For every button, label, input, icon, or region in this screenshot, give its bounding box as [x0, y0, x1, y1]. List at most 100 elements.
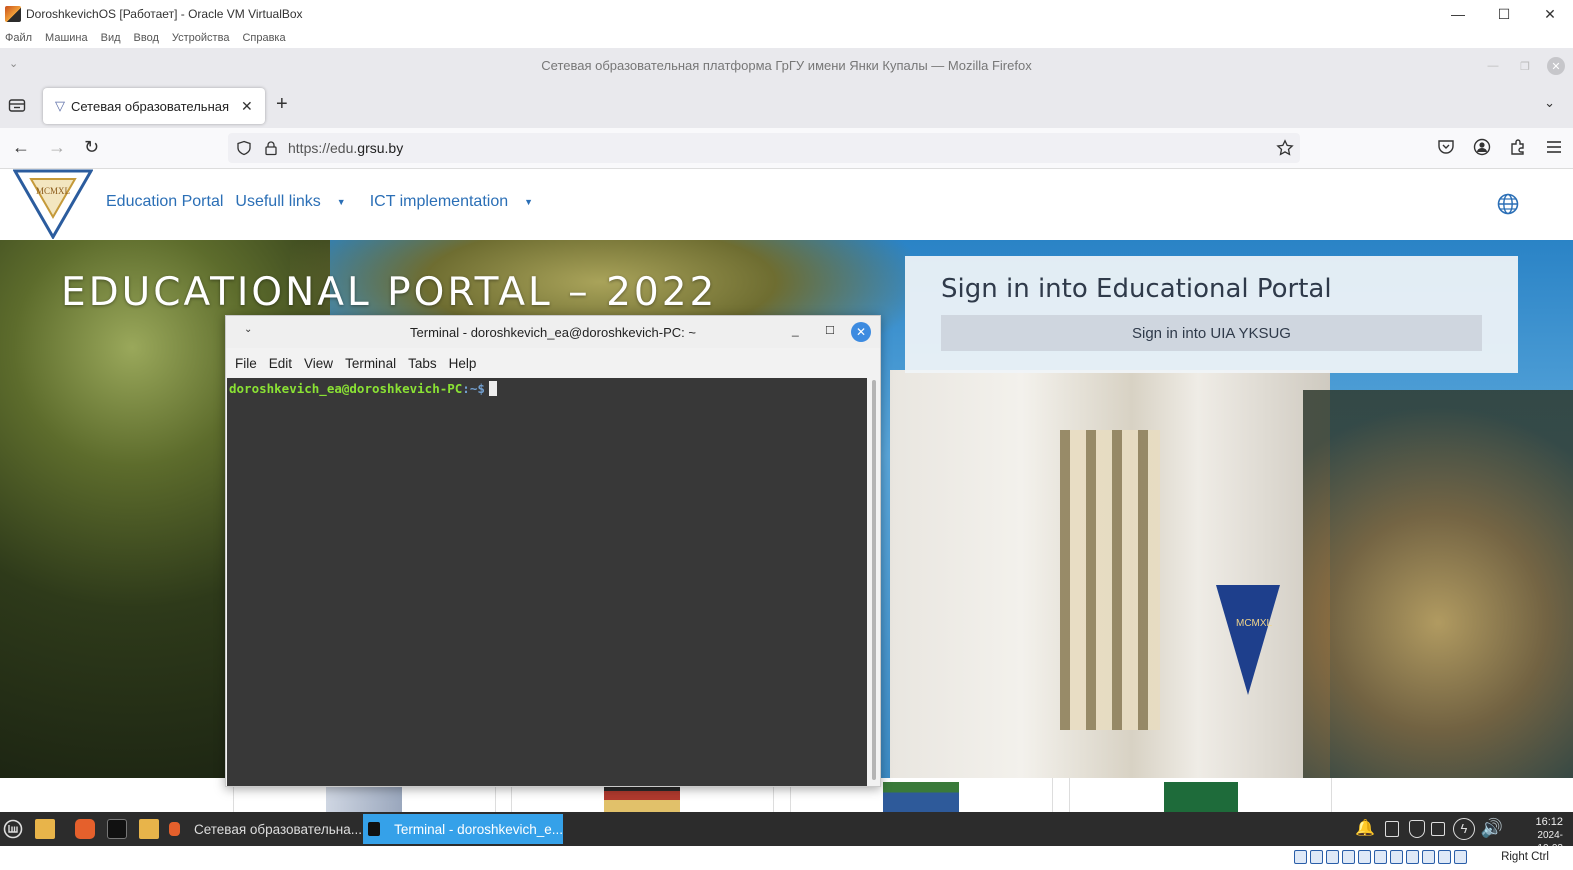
task-label: Сетевая образовательна... — [193, 821, 362, 837]
guest-screen[interactable]: ⌄ Сетевая образовательная платформа ГрГУ… — [0, 48, 1573, 846]
nav-ict-implementation[interactable]: ICT implementation ▼ — [370, 193, 545, 211]
vbox-menu-machine[interactable]: Машина — [45, 32, 88, 44]
cpu-icon[interactable] — [1422, 850, 1435, 864]
chevron-down-icon[interactable]: ⌄ — [244, 324, 252, 335]
text-cursor — [488, 381, 497, 396]
vbox-titlebar: DoroshkevichOS [Работает] - Oracle VM Vi… — [0, 0, 1573, 28]
signin-card: Sign in into Educational Portal Sign in … — [905, 256, 1518, 373]
tab-close-icon[interactable]: ✕ — [241, 98, 253, 115]
menu-icon[interactable] — [1545, 138, 1563, 156]
minimize-icon[interactable]: — — [1435, 0, 1481, 28]
update-manager-icon[interactable] — [1431, 822, 1445, 836]
minimize-icon[interactable]: — — [1477, 54, 1509, 78]
chevron-down-icon[interactable]: ⌄ — [9, 57, 18, 70]
clipboard-icon[interactable] — [1385, 821, 1399, 837]
hard-disk-icon[interactable] — [1294, 850, 1307, 864]
globe-icon[interactable] — [1497, 193, 1519, 215]
close-icon[interactable]: ✕ — [1547, 57, 1565, 75]
vbox-menu-help[interactable]: Справка — [242, 32, 285, 44]
new-tab-icon[interactable]: + — [276, 93, 288, 116]
nav-education-portal[interactable]: Education Portal — [106, 193, 223, 211]
terminal-menu-tabs[interactable]: Tabs — [408, 356, 437, 371]
terminal-launcher-icon[interactable] — [107, 819, 127, 839]
network-icon[interactable] — [1342, 850, 1355, 864]
tracking-shield-icon[interactable] — [236, 140, 252, 156]
scrollbar-thumb[interactable] — [872, 380, 876, 780]
pocket-icon[interactable] — [1437, 138, 1455, 156]
vbox-menu-file[interactable]: Файл — [5, 32, 32, 44]
usb-icon[interactable] — [1358, 850, 1371, 864]
terminal-body[interactable]: doroshkevich_ea@doroshkevich-PC:~$ — [227, 378, 867, 786]
restore-icon[interactable]: ❐ — [1509, 54, 1541, 78]
task-label: Terminal - doroshkevich_e... — [394, 821, 563, 837]
taskbar: Сетевая образовательна... Terminal - dor… — [0, 812, 1573, 846]
nav-useful-links[interactable]: Usefull links ▼ — [235, 193, 357, 211]
power-icon[interactable]: ϟ — [1453, 818, 1475, 840]
terminal-titlebar[interactable]: ⌄ Terminal - doroshkevich_ea@doroshkevic… — [226, 316, 880, 348]
maximize-icon[interactable]: ☐ — [1481, 0, 1527, 28]
vbox-statusbar: Right Ctrl — [0, 846, 1573, 870]
vbox-menubar: Файл Машина Вид Ввод Устройства Справка — [0, 28, 1573, 48]
firefox-titlebar: ⌄ Сетевая образовательная платформа ГрГУ… — [0, 48, 1573, 83]
virtualbox-icon — [5, 6, 21, 22]
university-logo[interactable]: MCMXL — [13, 169, 93, 239]
signin-button[interactable]: Sign in into UIA YKSUG — [941, 315, 1482, 351]
taskbar-terminal-task[interactable]: Terminal - doroshkevich_e... — [363, 814, 563, 844]
maximize-icon[interactable]: ☐ — [825, 324, 835, 337]
firefox-launcher-icon[interactable] — [75, 819, 95, 839]
lock-icon[interactable] — [263, 140, 279, 156]
vbox-menu-devices[interactable]: Устройства — [172, 32, 230, 44]
url-bar[interactable]: https://edu.grsu.by — [228, 133, 1300, 163]
site-favicon-icon: ▽ — [55, 98, 65, 113]
clock[interactable]: 16:12 2024-10-03 — [1535, 816, 1563, 846]
back-icon[interactable]: ← — [12, 137, 30, 158]
site-nav-links: Education Portal Usefull links ▼ ICT impl… — [106, 193, 557, 211]
mouse-integration-icon[interactable] — [1438, 850, 1451, 864]
terminal-menu-help[interactable]: Help — [449, 356, 477, 371]
mint-menu-icon[interactable] — [3, 819, 23, 839]
tab-title: Сетевая образовательная платформа — [71, 98, 233, 114]
folder-icon[interactable] — [139, 819, 159, 839]
terminal-window[interactable]: ⌄ Terminal - doroshkevich_ea@doroshkevic… — [225, 315, 881, 787]
taskbar-firefox-task[interactable]: Сетевая образовательна... — [164, 814, 362, 844]
close-icon[interactable]: ✕ — [851, 322, 871, 342]
minimize-icon[interactable]: _ — [792, 323, 799, 337]
account-icon[interactable] — [1473, 138, 1491, 156]
signin-title: Sign in into Educational Portal — [941, 274, 1332, 304]
card-thumbnail — [1164, 782, 1238, 812]
hero-title: EDUCATIONAL PORTAL – 2022 — [61, 270, 718, 315]
hero-building-windows — [1060, 430, 1160, 730]
terminal-menu-file[interactable]: File — [235, 356, 257, 371]
vbox-device-icons — [1294, 850, 1467, 864]
terminal-scrollbar[interactable] — [869, 378, 880, 786]
terminal-menu-terminal[interactable]: Terminal — [345, 356, 396, 371]
recording-icon[interactable] — [1406, 850, 1419, 864]
host-key-label: Right Ctrl — [1501, 851, 1549, 863]
shield-icon[interactable] — [1409, 820, 1425, 838]
display-icon[interactable] — [1390, 850, 1403, 864]
tab-list-icon[interactable] — [8, 97, 26, 113]
url-text[interactable]: https://edu.grsu.by — [288, 140, 403, 156]
keyboard-icon[interactable] — [1454, 850, 1467, 864]
nav-useful-links-label: Usefull links — [235, 193, 321, 210]
forward-icon[interactable]: → — [48, 137, 66, 158]
tab-active[interactable]: ▽ Сетевая образовательная платформа ✕ — [43, 88, 265, 124]
notifications-icon[interactable]: 🔔 — [1355, 818, 1375, 838]
files-icon[interactable] — [35, 819, 55, 839]
bookmark-star-icon[interactable] — [1276, 139, 1294, 157]
close-icon[interactable]: ✕ — [1527, 0, 1573, 28]
window-controls: — ☐ ✕ — [1435, 0, 1573, 28]
chevron-down-icon[interactable]: ⌄ — [1544, 95, 1555, 111]
vbox-menu-input[interactable]: Ввод — [134, 32, 159, 44]
shared-folders-icon[interactable] — [1374, 850, 1387, 864]
reload-icon[interactable]: ↻ — [84, 137, 99, 158]
terminal-menu-view[interactable]: View — [304, 356, 333, 371]
optical-drive-icon[interactable] — [1310, 850, 1323, 864]
audio-icon[interactable] — [1326, 850, 1339, 864]
service-card[interactable] — [1069, 778, 1332, 812]
extensions-icon[interactable] — [1509, 138, 1527, 156]
vbox-menu-view[interactable]: Вид — [101, 32, 121, 44]
emblem-text: MCMXL — [1236, 618, 1273, 629]
terminal-menu-edit[interactable]: Edit — [269, 356, 292, 371]
volume-icon[interactable]: 🔊 — [1481, 818, 1503, 839]
